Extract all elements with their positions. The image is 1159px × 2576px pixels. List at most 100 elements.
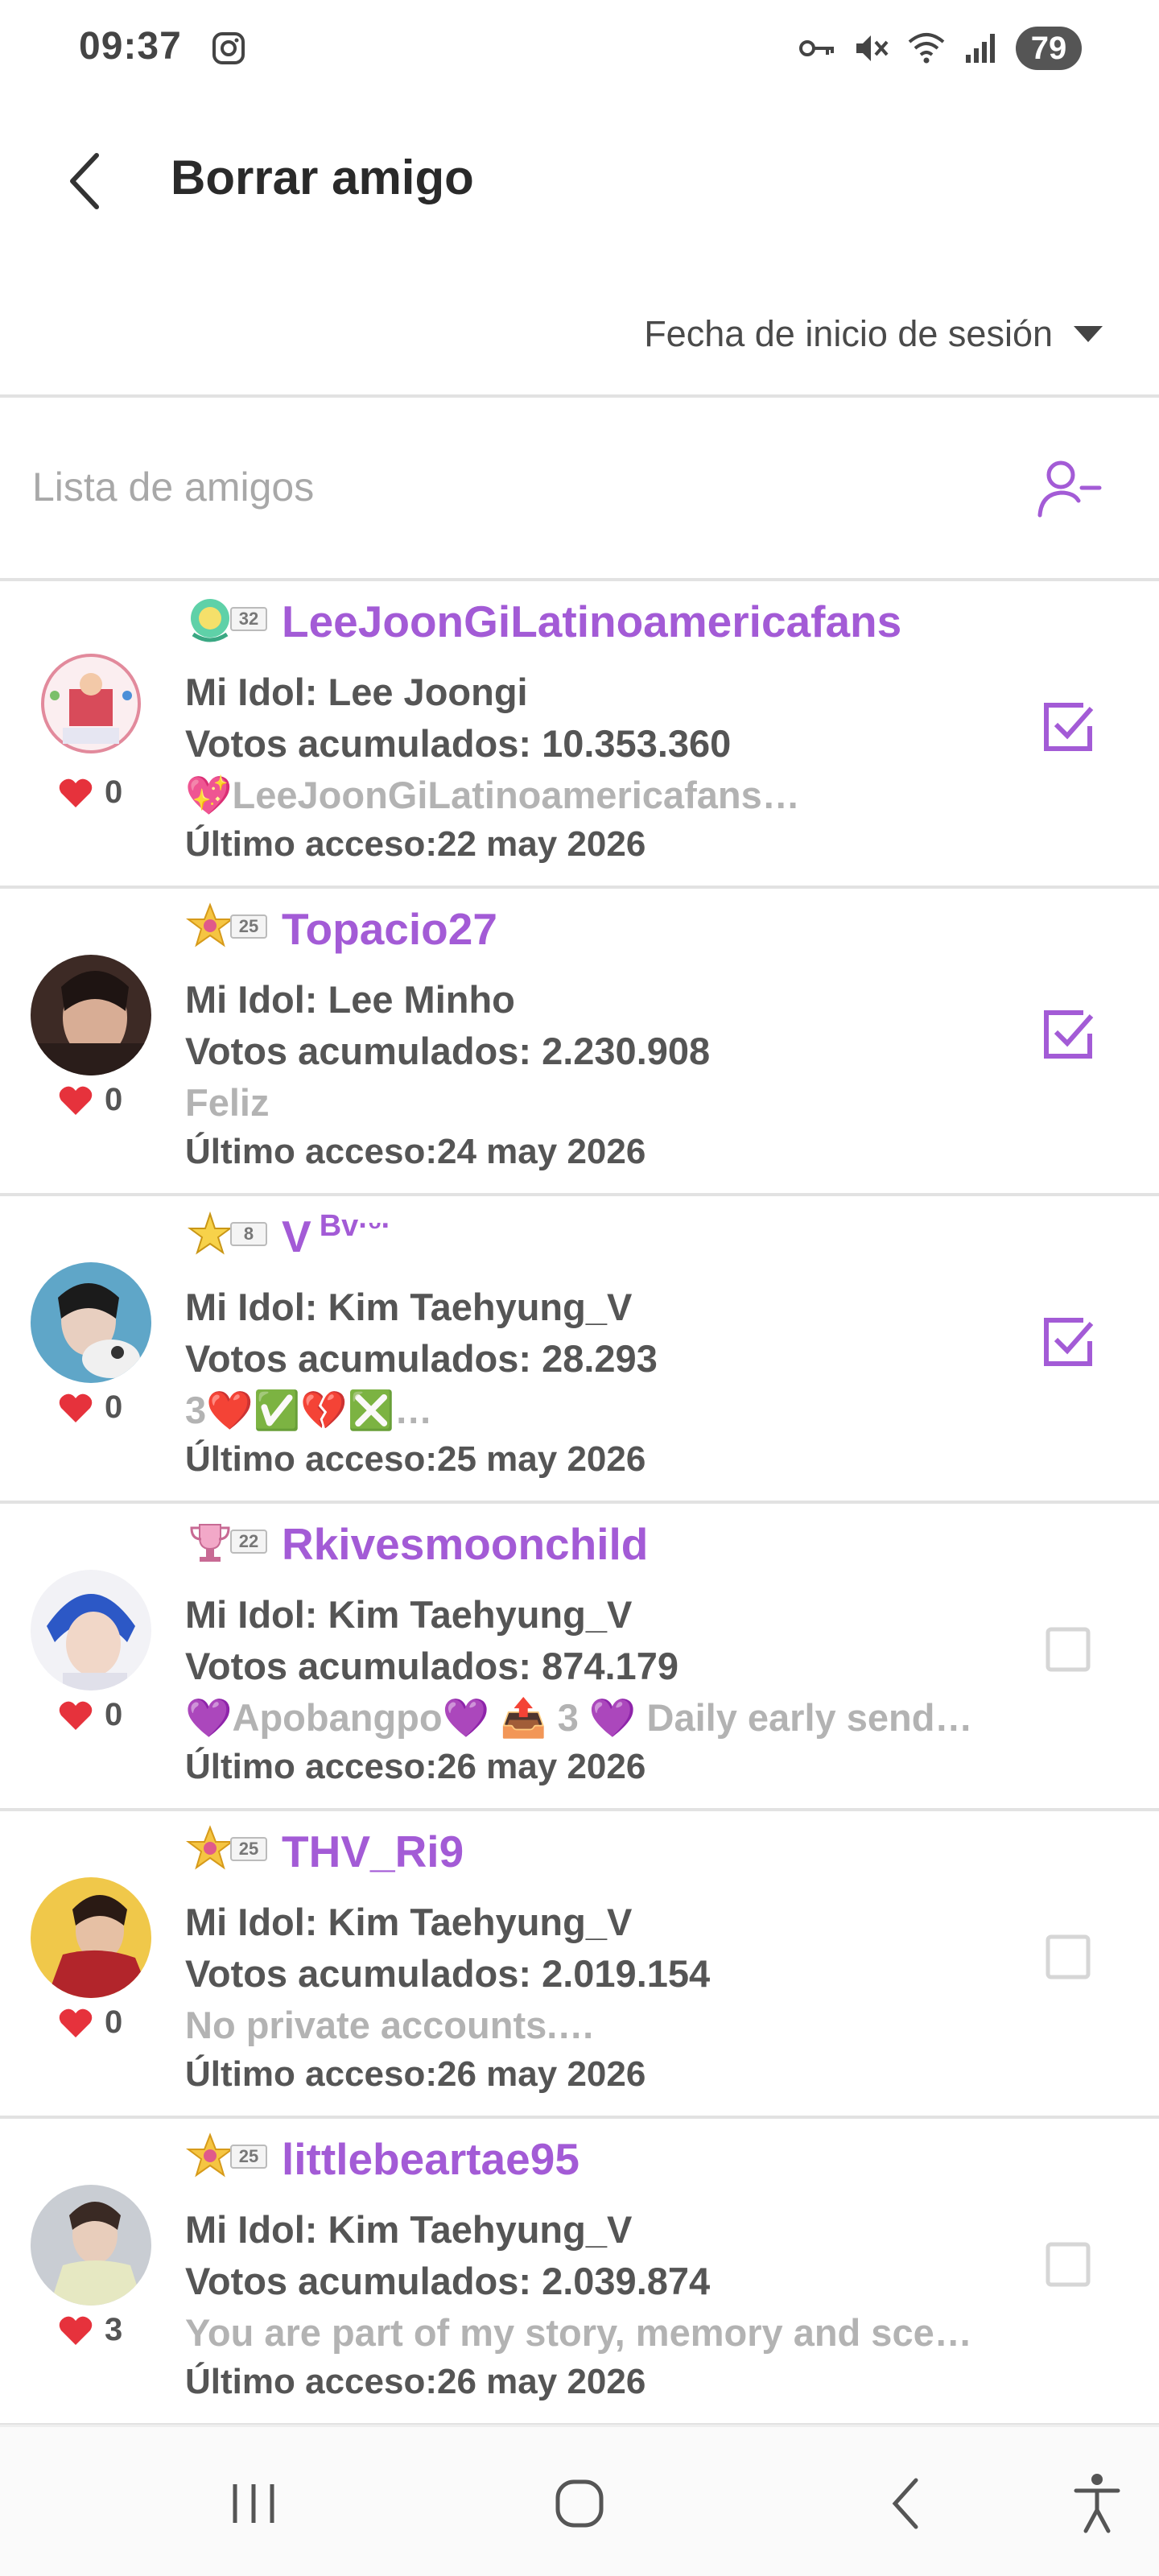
instagram-icon xyxy=(212,32,245,64)
friend-row[interactable]: 0 22 Rkivesmoonchild Mi Idol: Kim Taehyu… xyxy=(0,1504,1159,1811)
trophy-badge-icon xyxy=(190,1524,230,1562)
votes-text: Votos acumulados: 10.353.360 xyxy=(185,722,732,765)
badge-level: 32 xyxy=(230,607,267,631)
caret-down-icon xyxy=(1074,326,1103,342)
avatar[interactable] xyxy=(31,1877,151,1998)
sort-label: Fecha de inicio de sesión xyxy=(644,313,1053,354)
username-text: Topacio27 xyxy=(282,904,497,954)
home-icon xyxy=(555,2479,604,2528)
badge-level: 25 xyxy=(230,914,267,939)
votes-text: Votos acumulados: 2.019.154 xyxy=(185,1952,711,1995)
friend-row[interactable]: 0 8 V Bv·ᵕ· Mi Idol: Kim Taehyung_V Votos… xyxy=(0,1196,1159,1504)
recent-apps-icon xyxy=(233,2484,274,2523)
friend-row[interactable]: 0 25 THV_Ri9 Mi Idol: Kim Taehyung_V Vot… xyxy=(0,1811,1159,2119)
likes-count: 3 xyxy=(105,2312,123,2347)
badge-level: 22 xyxy=(230,1530,267,1554)
username[interactable]: Rkivesmoonchild xyxy=(282,1517,656,1570)
checkbox-unchecked[interactable] xyxy=(1040,1621,1096,1678)
likes-count: 0 xyxy=(105,774,123,810)
idol-text: Mi Idol: Kim Taehyung_V xyxy=(185,1593,633,1636)
status-time: 09:37 xyxy=(79,25,182,68)
heart-icon xyxy=(59,1701,93,1730)
idol-text: Mi Idol: Lee Minho xyxy=(185,978,515,1021)
star-badge-icon xyxy=(186,902,234,947)
avatar[interactable] xyxy=(31,647,151,768)
level-badge: 25 xyxy=(185,1824,267,1874)
likes: 0 xyxy=(58,1389,122,1426)
idol-text: Mi Idol: Kim Taehyung_V xyxy=(185,1286,633,1328)
likes-count: 0 xyxy=(105,1389,123,1425)
friends-list-header: Lista de amigos xyxy=(0,398,1159,581)
level-badge: 25 xyxy=(185,902,267,952)
last-access: Último acceso:22 may 2026 xyxy=(185,824,646,864)
status-message: You are part of my story, memory and sce… xyxy=(185,2311,972,2354)
accessibility-button[interactable] xyxy=(1061,2467,1133,2540)
username[interactable]: Topacio27 xyxy=(282,902,505,955)
laurel-badge-icon xyxy=(191,599,229,642)
badge-level: 25 xyxy=(230,2145,267,2169)
heart-icon xyxy=(59,778,93,807)
friends-list: 0 32 LeeJoonGiLatinoamericafans Mi Idol:… xyxy=(0,581,1159,2426)
status-message: 3❤️✅💔❎… xyxy=(185,1389,433,1431)
checkbox-checked[interactable] xyxy=(1040,1314,1096,1370)
likes: 0 xyxy=(58,2004,122,2041)
sort-dropdown[interactable]: Fecha de inicio de sesión xyxy=(644,306,1103,362)
likes: 0 xyxy=(58,774,122,811)
likes-count: 0 xyxy=(105,1697,123,1732)
votes-text: Votos acumulados: 2.230.908 xyxy=(185,1030,711,1072)
avatar[interactable] xyxy=(31,1262,151,1383)
status-message: Feliz xyxy=(185,1081,270,1124)
idol-text: Mi Idol: Kim Taehyung_V xyxy=(185,2208,633,2251)
badge-level: 8 xyxy=(230,1222,267,1246)
idol-text: Mi Idol: Lee Joongi xyxy=(185,671,528,713)
chevron-left-icon xyxy=(70,153,99,209)
page-title: Borrar amigo xyxy=(171,151,474,204)
gold-star-badge-icon xyxy=(187,1211,233,1255)
level-badge: 22 xyxy=(185,1517,267,1567)
username-suffix: Bv·ᵕ· xyxy=(319,1209,392,1243)
avatar[interactable] xyxy=(31,955,151,1075)
likes-count: 0 xyxy=(105,1082,123,1117)
status-bar: 09:37 79 xyxy=(0,0,1159,97)
home-button[interactable] xyxy=(543,2467,616,2540)
avatar[interactable] xyxy=(31,2185,151,2306)
status-message: No private accounts.… xyxy=(185,2004,596,2046)
back-button[interactable] xyxy=(56,145,113,217)
heart-icon xyxy=(59,2316,93,2345)
back-nav-button[interactable] xyxy=(869,2467,942,2540)
username[interactable]: V Bv·ᵕ· xyxy=(282,1209,391,1262)
checkbox-checked[interactable] xyxy=(1040,699,1096,755)
last-access: Último acceso:26 may 2026 xyxy=(185,1747,646,1786)
username[interactable]: THV_Ri9 xyxy=(282,1824,472,1877)
friend-row[interactable]: 3 25 littlebeartae95 Mi Idol: Kim Taehyu… xyxy=(0,2119,1159,2426)
accessibility-icon xyxy=(1074,2474,1120,2533)
status-message: 💜Apobangpo💜 📤 3 💜 Daily early send… xyxy=(185,1696,973,1739)
star-badge-icon xyxy=(186,2132,234,2178)
likes: 0 xyxy=(58,1082,122,1118)
back-icon xyxy=(892,2478,918,2529)
username-text: littlebeartae95 xyxy=(282,2134,580,2184)
username-text: THV_Ri9 xyxy=(282,1827,464,1876)
friend-row[interactable]: 0 25 Topacio27 Mi Idol: Lee Minho Votos … xyxy=(0,889,1159,1196)
votes-text: Votos acumulados: 2.039.874 xyxy=(185,2260,711,2302)
heart-icon xyxy=(59,1086,93,1115)
avatar[interactable] xyxy=(31,1570,151,1690)
friend-row[interactable]: 0 32 LeeJoonGiLatinoamericafans Mi Idol:… xyxy=(0,581,1159,889)
remove-user-icon[interactable] xyxy=(1033,452,1103,522)
battery-indicator: 79 xyxy=(1016,27,1082,70)
signal-icon xyxy=(966,34,995,63)
header: Borrar amigo xyxy=(0,113,1159,242)
wifi-icon xyxy=(908,33,945,64)
last-access: Último acceso:24 may 2026 xyxy=(185,1132,646,1171)
checkbox-unchecked[interactable] xyxy=(1040,1929,1096,1985)
username[interactable]: LeeJoonGiLatinoamericafans xyxy=(282,594,909,647)
level-badge: 8 xyxy=(185,1209,267,1259)
votes-text: Votos acumulados: 874.179 xyxy=(185,1645,678,1687)
recent-apps-button[interactable] xyxy=(217,2467,290,2540)
likes-count: 0 xyxy=(105,2004,123,2040)
heart-icon xyxy=(59,1393,93,1422)
checkbox-unchecked[interactable] xyxy=(1040,2236,1096,2293)
username[interactable]: littlebeartae95 xyxy=(282,2132,588,2185)
checkbox-checked[interactable] xyxy=(1040,1006,1096,1063)
last-access: Último acceso:26 may 2026 xyxy=(185,2054,646,2094)
